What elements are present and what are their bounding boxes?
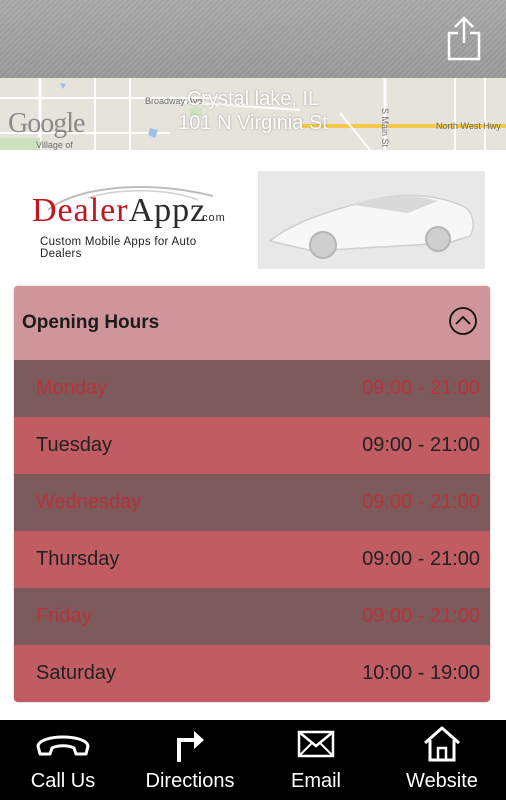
directions-button[interactable]: Directions bbox=[126, 720, 254, 800]
top-app-bar bbox=[0, 0, 506, 78]
day-label: Thursday bbox=[36, 548, 120, 570]
logo-com-text: .com bbox=[198, 212, 226, 224]
car-image bbox=[258, 171, 485, 269]
chevron-up-circle-icon bbox=[449, 307, 477, 335]
hours-row-monday: Monday 09:00 - 21:00 bbox=[14, 360, 490, 417]
collapse-button[interactable] bbox=[448, 306, 478, 336]
time-range: 09:00 - 21:00 bbox=[362, 434, 480, 456]
hours-row-tuesday: Tuesday 09:00 - 21:00 bbox=[14, 417, 490, 474]
logo-tagline: Custom Mobile Apps for Auto Dealers bbox=[40, 236, 197, 260]
directions-label: Directions bbox=[145, 770, 235, 792]
website-button[interactable]: Website bbox=[378, 720, 506, 800]
dealer-logo: DealerAppz .com Custom Mobile Apps for A… bbox=[28, 178, 236, 260]
opening-hours-title: Opening Hours bbox=[22, 312, 160, 333]
sports-car-illustration bbox=[258, 171, 485, 269]
home-icon bbox=[424, 726, 460, 762]
logo-wordmark: DealerAppz bbox=[32, 192, 206, 230]
logo-dealer-text: Dealer bbox=[32, 192, 129, 229]
hours-row-saturday: Saturday 10:00 - 19:00 bbox=[14, 645, 490, 702]
location-map[interactable]: Google Broadway Ave S Main St North West… bbox=[0, 78, 506, 150]
logo-appz-text: Appz bbox=[128, 192, 207, 229]
location-street: 101 N Virginia St bbox=[178, 112, 328, 134]
time-range: 09:00 - 21:00 bbox=[362, 605, 480, 627]
time-range: 09:00 - 21:00 bbox=[362, 377, 480, 399]
email-label: Email bbox=[290, 770, 341, 792]
time-range: 09:00 - 21:00 bbox=[362, 491, 480, 513]
share-button[interactable] bbox=[446, 15, 482, 61]
call-us-label: Call Us bbox=[30, 770, 96, 792]
envelope-icon bbox=[297, 730, 335, 758]
call-us-button[interactable]: Call Us bbox=[0, 720, 126, 800]
time-range: 10:00 - 19:00 bbox=[362, 662, 480, 684]
day-label: Friday bbox=[36, 605, 92, 627]
day-label: Saturday bbox=[36, 662, 117, 684]
email-button[interactable]: Email bbox=[254, 720, 378, 800]
day-label: Tuesday bbox=[36, 434, 112, 456]
time-range: 09:00 - 21:00 bbox=[362, 548, 480, 570]
hours-row-friday: Friday 09:00 - 21:00 bbox=[14, 588, 490, 645]
phone-handset-icon bbox=[36, 735, 90, 756]
opening-hours-panel: Opening Hours Monday 09:00 - 21:00 Tuesd… bbox=[14, 286, 490, 702]
website-label: Website bbox=[406, 770, 478, 792]
hours-row-wednesday: Wednesday 09:00 - 21:00 bbox=[14, 474, 490, 531]
share-icon bbox=[447, 16, 481, 61]
bottom-navigation: Call Us Directions Email Website bbox=[0, 720, 506, 800]
hours-row-thursday: Thursday 09:00 - 21:00 bbox=[14, 531, 490, 588]
map-street-label: Village of bbox=[36, 140, 73, 150]
opening-hours-header[interactable]: Opening Hours bbox=[14, 286, 490, 360]
day-label: Wednesday bbox=[36, 491, 142, 513]
turn-right-arrow-icon bbox=[177, 731, 204, 762]
day-label: Monday bbox=[36, 377, 108, 399]
location-city: Crystal lake, IL bbox=[186, 88, 320, 110]
